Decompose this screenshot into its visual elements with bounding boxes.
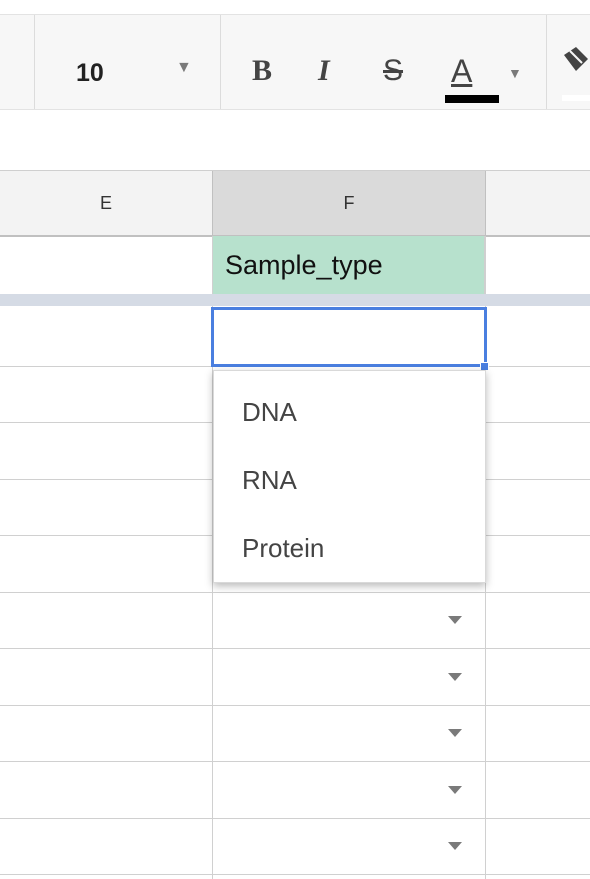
paint-bucket-icon xyxy=(564,47,588,71)
column-header-e[interactable]: E xyxy=(0,171,212,235)
font-size-chevron-down-icon[interactable]: ▼ xyxy=(176,59,192,77)
toolbar-separator xyxy=(34,15,35,109)
header-cell-sample-type[interactable]: Sample_type xyxy=(213,236,485,294)
fill-color-button[interactable] xyxy=(560,45,590,101)
column-header-g[interactable] xyxy=(486,171,590,235)
row-line xyxy=(0,648,590,649)
validation-dropdown-menu: DNA RNA Protein xyxy=(213,370,486,583)
row-line xyxy=(0,592,590,593)
text-color-swatch xyxy=(445,95,499,103)
italic-button[interactable]: I xyxy=(318,53,330,89)
column-header-f[interactable]: F xyxy=(212,171,486,235)
frozen-row-divider[interactable] xyxy=(0,294,590,306)
text-color-letter: A xyxy=(451,53,473,89)
chevron-down-icon[interactable] xyxy=(448,673,462,681)
toolbar-separator xyxy=(220,15,221,109)
font-size-value[interactable]: 10 xyxy=(76,59,104,88)
dropdown-option-protein[interactable]: Protein xyxy=(242,533,324,564)
header-cell-text: Sample_type xyxy=(225,250,383,280)
chevron-down-icon[interactable] xyxy=(448,842,462,850)
dropdown-option-dna[interactable]: DNA xyxy=(242,397,297,428)
row-line xyxy=(0,705,590,706)
text-color-button[interactable]: A xyxy=(445,53,499,107)
bold-button[interactable]: B xyxy=(252,53,272,89)
row-line xyxy=(0,761,590,762)
formatting-toolbar: 10 ▼ B I S A ▼ xyxy=(0,14,590,110)
row-line xyxy=(0,874,590,875)
toolbar-separator xyxy=(546,15,547,109)
chevron-down-icon[interactable] xyxy=(448,729,462,737)
chevron-down-icon[interactable] xyxy=(448,786,462,794)
chevron-down-icon[interactable] xyxy=(448,616,462,624)
strikethrough-button[interactable]: S xyxy=(383,53,403,89)
text-color-chevron-down-icon[interactable]: ▼ xyxy=(508,65,522,81)
dropdown-option-rna[interactable]: RNA xyxy=(242,465,297,496)
column-header-row: E F xyxy=(0,170,590,237)
active-cell-editor[interactable] xyxy=(211,307,487,367)
row-line xyxy=(0,818,590,819)
fill-color-swatch xyxy=(562,95,590,101)
